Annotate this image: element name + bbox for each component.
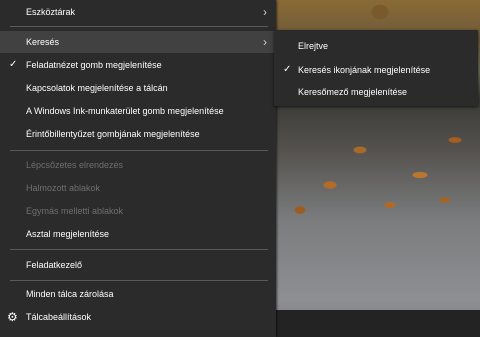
menu-item-label: A Windows Ink-munkaterület gomb megjelen… — [26, 106, 224, 116]
taskbar — [276, 310, 480, 337]
menu-item-task-view-button[interactable]: ✓ Feladatnézet gomb megjelenítése — [0, 54, 276, 76]
menu-item-people[interactable]: Kapcsolatok megjelenítése a tálcán — [0, 77, 276, 99]
menu-item-label: Feladatkezelő — [26, 260, 83, 270]
separator — [10, 26, 268, 27]
menu-item-label: Keresés — [26, 37, 60, 47]
menu-item-label: Eszköztárak — [26, 7, 76, 17]
menu-item-cascade-windows: Lépcsőzetes elrendezés — [0, 154, 276, 176]
submenu-item-hidden[interactable]: Elrejtve — [274, 35, 478, 57]
menu-item-lock-taskbars[interactable]: Minden tálca zárolása — [0, 283, 276, 305]
submenu-item-label: Keresőmező megjelenítése — [298, 87, 408, 97]
menu-item-label: Érintőbillentyűzet gombjának megjeleníté… — [26, 129, 200, 139]
taskbar-context-menu: Eszköztárak › Keresés › ✓ Feladatnézet g… — [0, 0, 276, 337]
menu-item-task-manager[interactable]: Feladatkezelő — [0, 254, 276, 276]
menu-item-label: Minden tálca zárolása — [26, 289, 114, 299]
submenu-item-show-search-box[interactable]: Keresőmező megjelenítése — [274, 81, 478, 103]
menu-item-touch-keyboard[interactable]: Érintőbillentyűzet gombjának megjeleníté… — [0, 123, 276, 145]
menu-item-label: Tálcabeállítások — [26, 312, 92, 322]
menu-item-label: Lépcsőzetes elrendezés — [26, 160, 124, 170]
submenu-item-label: Keresés ikonjának megjelenítése — [298, 65, 431, 75]
separator — [10, 249, 268, 250]
checkmark-icon: ✓ — [283, 64, 292, 75]
menu-item-side-by-side-windows: Egymás melletti ablakok — [0, 200, 276, 222]
menu-item-label: Kapcsolatok megjelenítése a tálcán — [26, 83, 168, 93]
chevron-right-icon: › — [263, 5, 267, 19]
menu-item-show-desktop[interactable]: Asztal megjelenítése — [0, 223, 276, 245]
menu-item-stacked-windows: Halmozott ablakok — [0, 177, 276, 199]
menu-item-windows-ink[interactable]: A Windows Ink-munkaterület gomb megjelen… — [0, 100, 276, 122]
menu-item-toolbars[interactable]: Eszköztárak › — [0, 1, 276, 23]
separator — [10, 280, 268, 281]
menu-item-label: Feladatnézet gomb megjelenítése — [26, 60, 162, 70]
chevron-right-icon: › — [263, 35, 267, 49]
menu-item-label: Halmozott ablakok — [26, 183, 101, 193]
checkmark-icon: ✓ — [9, 59, 18, 70]
submenu-item-label: Elrejtve — [298, 41, 329, 51]
gear-icon: ⚙ — [7, 310, 18, 324]
menu-item-taskbar-settings[interactable]: ⚙ Tálcabeállítások — [0, 306, 276, 328]
menu-item-label: Asztal megjelenítése — [26, 229, 110, 239]
menu-item-label: Egymás melletti ablakok — [26, 206, 124, 216]
submenu-item-show-search-icon[interactable]: ✓ Keresés ikonjának megjelenítése — [274, 59, 478, 81]
menu-item-search[interactable]: Keresés › — [0, 31, 276, 53]
search-submenu: Elrejtve ✓ Keresés ikonjának megjeleníté… — [274, 30, 478, 106]
separator — [10, 150, 268, 151]
